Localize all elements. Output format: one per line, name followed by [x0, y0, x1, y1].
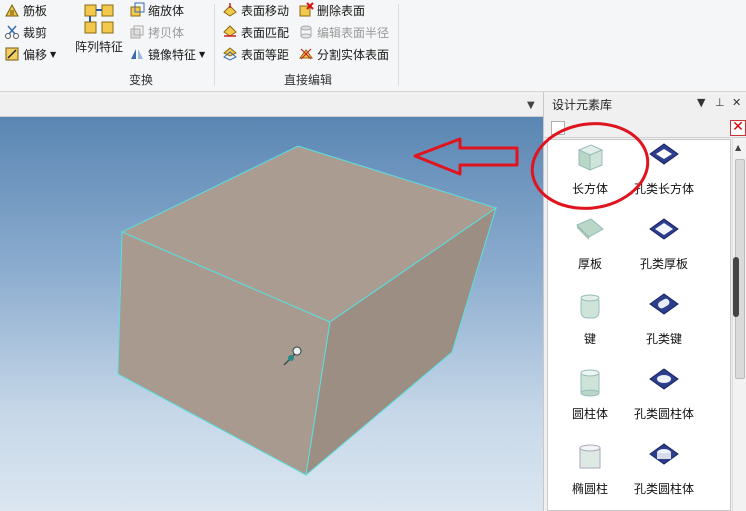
trim-button[interactable]: 裁剪	[4, 22, 47, 42]
surface-equidistant-button[interactable]: 表面等距	[222, 44, 289, 64]
library-item-label: 孔类圆柱体	[633, 482, 694, 496]
edit-radius-icon	[300, 25, 312, 39]
delete-surface-label: 删除表面	[317, 3, 366, 18]
trim-label: 裁剪	[23, 25, 48, 40]
library-item-hole-key[interactable]: 孔类键	[624, 290, 704, 360]
chevron-down-icon[interactable]: ▼	[199, 50, 205, 59]
pattern-icon	[84, 4, 114, 34]
pattern-feature-button[interactable]: 阵列特征	[72, 2, 126, 56]
library-item-label: 圆柱体	[571, 407, 608, 421]
scale-label: 缩放体	[148, 3, 185, 18]
surface-match-icon	[223, 25, 237, 37]
mirror-icon	[131, 49, 143, 59]
group-divider	[214, 4, 215, 86]
library-item-label: 孔类键	[645, 332, 682, 346]
surface-match-button[interactable]: 表面匹配	[222, 22, 289, 42]
chevron-down-icon[interactable]: ▼	[50, 50, 56, 59]
edit-surface-radius-button[interactable]: 编辑表面半径	[298, 22, 389, 42]
hole-cylinder-icon	[649, 368, 679, 390]
pin-icon[interactable]: ⊥	[715, 96, 725, 109]
hole-cylinder-icon	[649, 443, 679, 465]
transform-group-label: 变换	[128, 73, 153, 87]
elliptic-cylinder-icon	[579, 444, 601, 469]
library-item-label: 孔类长方体	[633, 182, 694, 196]
direct-edit-group-label: 直接编辑	[283, 73, 332, 87]
ribbon: 筋板 裁剪 偏移 ▼ 阵列特征 缩放体 拷贝体 镜像特征 ▼ 变换 表面移动 表…	[0, 0, 746, 92]
scroll-grip[interactable]	[733, 257, 739, 317]
library-item-elliptic-cylinder[interactable]: 椭圆柱	[550, 440, 630, 510]
surface-move-icon	[223, 3, 237, 17]
pattern-label: 阵列特征	[74, 40, 123, 54]
library-item-label: 键	[583, 332, 596, 346]
design-element-library-panel: 设计元素库 ▼ ⊥ ✕ ✕ 长方体 孔类长方体 厚板 孔类厚板 键 孔类键 圆柱…	[543, 92, 746, 511]
split-solid-surface-button[interactable]: 分割实体表面	[298, 44, 389, 64]
delete-surface-icon	[299, 2, 314, 17]
surface-move-label: 表面移动	[241, 3, 290, 18]
library-item-key[interactable]: 键	[550, 290, 630, 360]
surface-equidistant-label: 表面等距	[241, 47, 290, 62]
edit-radius-label: 编辑表面半径	[317, 25, 390, 40]
rib-label: 筋板	[23, 3, 48, 18]
surface-move-button[interactable]: 表面移动	[222, 0, 289, 20]
library-item-cylinder[interactable]: 圆柱体	[550, 365, 630, 435]
scene	[117, 137, 519, 477]
scroll-up-icon[interactable]: ▲	[735, 143, 741, 152]
group-divider	[398, 4, 399, 86]
library-selector-box[interactable]	[551, 121, 565, 135]
thick-plate-icon	[576, 218, 604, 240]
offset-button[interactable]: 偏移 ▼	[4, 44, 56, 64]
library-items: 长方体 孔类长方体 厚板 孔类厚板 键 孔类键 圆柱体 孔类圆柱体 椭圆柱 孔类…	[547, 139, 731, 511]
library-item-label: 椭圆柱	[571, 482, 608, 496]
library-item-hole-cylinder[interactable]: 孔类圆柱体	[624, 365, 704, 435]
library-item-hole-cylinder[interactable]: 孔类圆柱体	[624, 440, 704, 510]
hole-plate-icon	[649, 218, 679, 240]
scissors-icon	[5, 25, 19, 39]
3d-viewport[interactable]	[0, 117, 543, 511]
library-item-hole-plate[interactable]: 孔类厚板	[624, 215, 704, 285]
close-icon[interactable]: ✕	[730, 120, 746, 136]
mirror-feature-button[interactable]: 镜像特征 ▼	[129, 44, 205, 64]
key-icon	[580, 294, 600, 319]
library-item-label: 孔类厚板	[639, 257, 688, 271]
library-scrollbar[interactable]: ▲	[732, 139, 746, 511]
surface-match-label: 表面匹配	[241, 25, 290, 40]
copy-label: 拷贝体	[148, 25, 185, 40]
panel-toolbar: ✕	[544, 118, 746, 138]
split-surface-icon	[299, 48, 313, 60]
offset-label: 偏移	[23, 47, 48, 62]
copy-body-button[interactable]: 拷贝体	[129, 22, 184, 42]
delete-surface-button[interactable]: 删除表面	[298, 0, 365, 20]
hole-key-icon	[649, 293, 679, 315]
hole-box-icon	[649, 143, 679, 165]
split-surface-label: 分割实体表面	[317, 47, 390, 62]
scale-icon	[130, 2, 145, 17]
chevron-down-icon[interactable]: ▼	[527, 100, 535, 111]
cylinder-icon	[580, 369, 600, 397]
surface-offset-icon	[223, 47, 237, 61]
scale-body-button[interactable]: 缩放体	[129, 0, 184, 20]
copy-icon	[130, 25, 144, 39]
library-item-thick-plate[interactable]: 厚板	[550, 215, 630, 285]
library-item-label: 厚板	[577, 257, 602, 271]
mirror-label: 镜像特征	[148, 47, 197, 62]
library-item-label: 长方体	[571, 182, 608, 196]
library-item-box[interactable]: 长方体	[550, 140, 630, 210]
rib-button[interactable]: 筋板	[4, 0, 47, 20]
library-item-hole-box[interactable]: 孔类长方体	[624, 140, 704, 210]
panel-title: 设计元素库	[552, 98, 613, 112]
close-icon[interactable]: ✕	[732, 96, 741, 109]
annotation-arrow	[413, 137, 519, 176]
library-item-label: 孔类圆柱体	[633, 407, 694, 421]
rib-icon	[5, 3, 19, 17]
chevron-down-icon[interactable]: ▼	[697, 96, 705, 109]
offset-icon	[5, 47, 19, 61]
box-icon	[577, 144, 604, 171]
